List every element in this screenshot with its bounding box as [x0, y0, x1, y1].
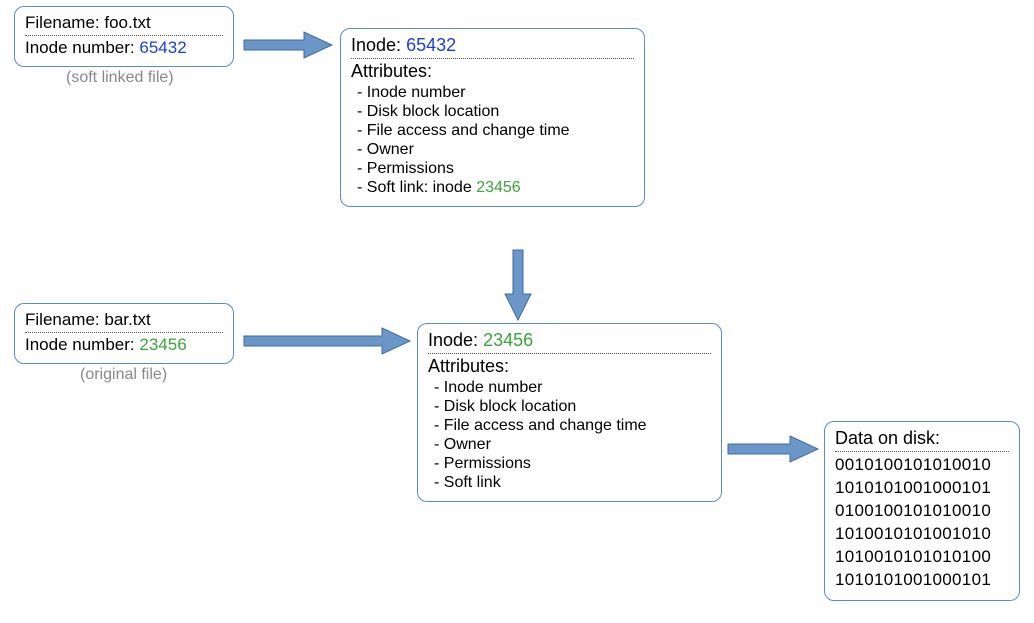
- filename-label: Filename:: [25, 310, 100, 329]
- inode-box-23456: Inode: 23456 Attributes: - Inode number …: [417, 323, 722, 502]
- disk-row: 1010010101010100: [835, 546, 1009, 569]
- file-entry-foo: Filename: foo.txt Inode number: 65432: [14, 6, 234, 67]
- disk-row: 0100100101010010: [835, 500, 1009, 523]
- inode-box-65432: Inode: 65432 Attributes: - Inode number …: [340, 28, 645, 207]
- disk-row: 1010101001000101: [835, 569, 1009, 592]
- attr-item: - File access and change time: [357, 122, 634, 140]
- inode-title-label: Inode:: [428, 330, 478, 350]
- softlink-label: - Soft link: inode: [357, 179, 472, 196]
- arrow-file2-to-inode2: [244, 326, 412, 356]
- disk-row: 1010101001000101: [835, 477, 1009, 500]
- filename-label: Filename:: [25, 13, 100, 32]
- attributes-list: - Inode number - Disk block location - F…: [357, 84, 634, 197]
- disk-data: 0010100101010010 1010101001000101 010010…: [835, 454, 1009, 592]
- inode-title-value: 23456: [483, 330, 533, 350]
- disk-row: 1010010101001010: [835, 523, 1009, 546]
- file2-caption: (original file): [80, 366, 167, 384]
- attr-item: - Inode number: [357, 84, 634, 102]
- inode-title-value: 65432: [406, 35, 456, 55]
- arrow-inode2-to-disk: [728, 434, 820, 464]
- attr-item: - Soft link: [434, 474, 711, 492]
- filename-value: foo.txt: [104, 13, 150, 32]
- disk-row: 0010100101010010: [835, 454, 1009, 477]
- attr-item: - Owner: [434, 436, 711, 454]
- inode-number-value: 65432: [139, 38, 186, 57]
- filename-value: bar.txt: [104, 310, 150, 329]
- attributes-list: - Inode number - Disk block location - F…: [434, 379, 711, 492]
- attr-item: - Permissions: [434, 455, 711, 473]
- disk-title: Data on disk:: [835, 428, 1009, 452]
- file-entry-bar: Filename: bar.txt Inode number: 23456: [14, 303, 234, 364]
- attributes-heading: Attributes:: [428, 356, 711, 377]
- arrow-inode1-to-inode2: [503, 250, 533, 322]
- inode-number-value: 23456: [139, 335, 186, 354]
- arrow-file1-to-inode1: [244, 30, 334, 60]
- file1-caption: (soft linked file): [66, 69, 174, 87]
- attr-item: - File access and change time: [434, 417, 711, 435]
- inode-number-label: Inode number:: [25, 38, 135, 57]
- inode-number-label: Inode number:: [25, 335, 135, 354]
- inode-title-label: Inode:: [351, 35, 401, 55]
- attr-item-softlink: - Soft link: inode 23456: [357, 179, 634, 197]
- softlink-value: 23456: [476, 179, 521, 196]
- attr-item: - Disk block location: [357, 103, 634, 121]
- attr-item: - Disk block location: [434, 398, 711, 416]
- attr-item: - Inode number: [434, 379, 711, 397]
- attr-item: - Permissions: [357, 160, 634, 178]
- attr-item: - Owner: [357, 141, 634, 159]
- data-on-disk-box: Data on disk: 0010100101010010 101010100…: [824, 421, 1020, 601]
- attributes-heading: Attributes:: [351, 61, 634, 82]
